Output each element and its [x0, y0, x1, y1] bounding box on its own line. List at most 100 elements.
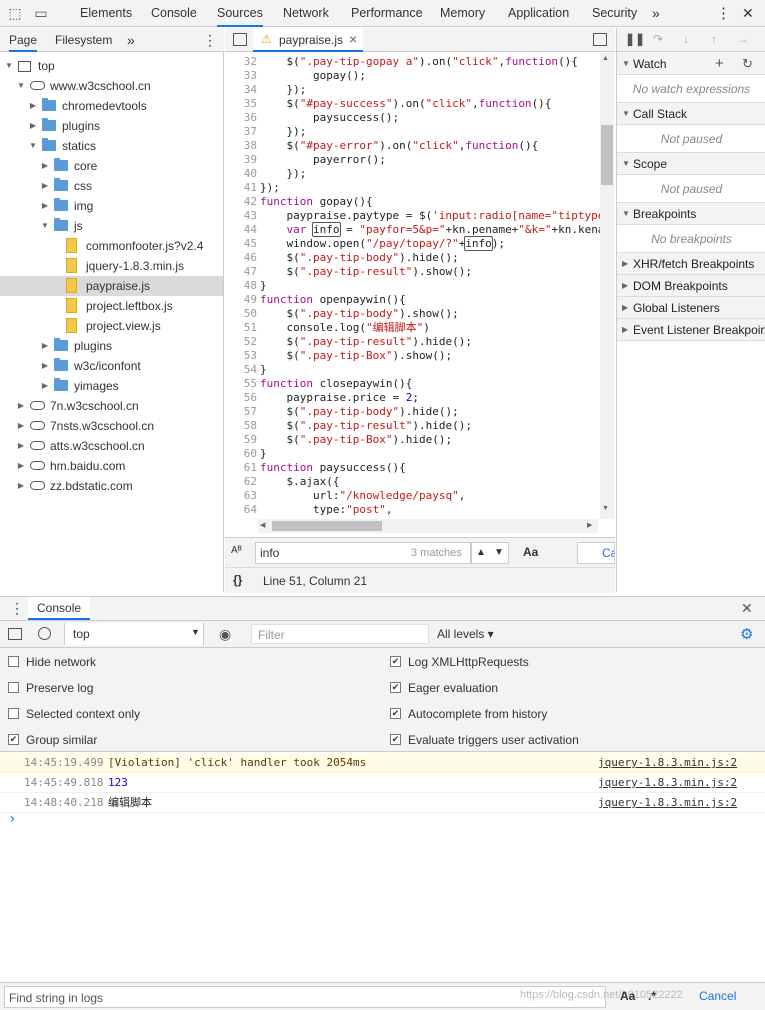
prev-match-icon[interactable]: ▲ [476, 543, 486, 563]
section-breakpoints[interactable]: ▼ Breakpoints [617, 203, 765, 225]
find-regex-button[interactable]: .* [648, 989, 656, 1003]
close-drawer-icon[interactable]: ✕ [741, 600, 753, 617]
section-call-stack[interactable]: ▼ Call Stack [617, 103, 765, 125]
message-source-link[interactable]: jquery-1.8.3.min.js:2 [598, 793, 737, 813]
tree-item[interactable]: ▶ 7nsts.w3cschool.cn [0, 416, 223, 436]
checkbox-unchecked[interactable] [8, 708, 19, 719]
navigator-menu-icon[interactable]: ⋮ [203, 28, 217, 52]
tree-item[interactable]: ▶ plugins [0, 116, 223, 136]
collapsed-triangle-icon[interactable]: ▶ [40, 336, 50, 356]
clear-console-icon[interactable] [38, 627, 51, 640]
inspect-element-icon[interactable]: ⬚ [6, 4, 24, 22]
tab-paypraise-js[interactable]: ⚠ paypraise.js × [253, 28, 363, 52]
tab-elements[interactable]: Elements [80, 0, 132, 27]
tree-item[interactable]: ▶ chromedevtools [0, 96, 223, 116]
tree-item[interactable]: project.leftbox.js [0, 296, 223, 316]
collapsed-triangle-icon[interactable]: ▶ [16, 396, 26, 416]
log-levels-dropdown[interactable]: All levels ▾ [437, 627, 494, 641]
next-match-icon[interactable]: ▼ [494, 543, 504, 563]
collapsed-triangle-icon[interactable]: ▶ [40, 376, 50, 396]
collapsed-triangle-icon[interactable]: ▶ [28, 116, 38, 136]
tab-filesystem[interactable]: Filesystem [55, 28, 112, 52]
match-case-button[interactable]: Aa [523, 545, 538, 559]
settings-menu-icon[interactable]: ⋮ [716, 0, 731, 27]
checkbox-unchecked[interactable] [8, 656, 19, 667]
collapsed-triangle-icon[interactable]: ▶ [16, 416, 26, 436]
search-cancel-button[interactable]: Ca [577, 542, 615, 564]
collapsed-triangle-icon[interactable]: ▶ [16, 456, 26, 476]
message-source-link[interactable]: jquery-1.8.3.min.js:2 [598, 753, 737, 773]
device-toolbar-icon[interactable]: ▭ [32, 4, 50, 22]
tree-item[interactable]: ▼ top [0, 56, 223, 76]
expanded-triangle-icon[interactable]: ▼ [40, 216, 50, 236]
step-out-icon[interactable]: ↑ [711, 32, 717, 46]
section-global-listeners[interactable]: ▶ Global Listeners [617, 297, 765, 319]
refresh-icon[interactable]: ↻ [742, 53, 753, 74]
tree-item[interactable]: commonfooter.js?v2.4 [0, 236, 223, 256]
tree-item[interactable]: ▶ w3c/iconfont [0, 356, 223, 376]
expanded-triangle-icon[interactable]: ▼ [16, 76, 26, 96]
tab-network[interactable]: Network [283, 0, 329, 27]
add-watch-icon[interactable]: + [715, 53, 724, 74]
expanded-triangle-icon[interactable]: ▼ [28, 136, 38, 156]
tree-item[interactable]: ▶ css [0, 176, 223, 196]
tab-page[interactable]: Page [9, 28, 38, 52]
find-in-logs-input[interactable]: Find string in logs [4, 986, 606, 1008]
find-match-case-button[interactable]: Aa [620, 989, 635, 1003]
collapsed-triangle-icon[interactable]: ▶ [28, 96, 38, 116]
search-input[interactable]: info 3 matches [255, 542, 471, 564]
section-scope[interactable]: ▼ Scope [617, 153, 765, 175]
find-cancel-button[interactable]: Cancel [699, 989, 736, 1003]
toggle-navigator-icon[interactable] [233, 33, 247, 46]
checkbox-checked[interactable]: ✔ [390, 708, 401, 719]
pause-icon[interactable]: ❚❚ [625, 32, 645, 46]
collapsed-triangle-icon[interactable]: ▶ [16, 436, 26, 456]
tree-item[interactable]: ▶ zz.bdstatic.com [0, 476, 223, 496]
tree-item[interactable]: paypraise.js [0, 276, 223, 296]
section-dom-breakpoints[interactable]: ▶ DOM Breakpoints [617, 275, 765, 297]
sidebar-toggle-icon[interactable] [8, 628, 22, 640]
section-watch[interactable]: ▼ Watch + ↻ [617, 53, 765, 75]
replace-toggle-icon[interactable]: Aᴮ [231, 545, 242, 556]
step-icon[interactable]: → [737, 32, 749, 46]
checkbox-checked[interactable]: ✔ [8, 734, 19, 745]
tab-performance[interactable]: Performance [351, 0, 423, 27]
context-select[interactable]: top ▼ [64, 623, 204, 645]
tab-console-drawer[interactable]: Console [28, 597, 91, 620]
drawer-menu-icon[interactable]: ⋮ [10, 600, 24, 617]
expanded-triangle-icon[interactable]: ▼ [4, 56, 14, 76]
checkbox-checked[interactable]: ✔ [390, 734, 401, 745]
editor-horizontal-scrollbar[interactable]: ◀ ▶ [258, 519, 598, 533]
tree-item[interactable]: ▶ core [0, 156, 223, 176]
collapsed-triangle-icon[interactable]: ▶ [16, 476, 26, 496]
step-into-icon[interactable]: ↓ [683, 32, 689, 46]
tree-item[interactable]: project.view.js [0, 316, 223, 336]
editor-vertical-scrollbar[interactable]: ▲ ▼ [600, 53, 614, 519]
console-settings-gear-icon[interactable]: ⚙ [740, 625, 753, 643]
more-navigator-icon[interactable]: » [127, 28, 135, 52]
close-devtools-icon[interactable]: ✕ [742, 0, 754, 27]
tab-memory[interactable]: Memory [440, 0, 485, 27]
tree-item[interactable]: ▶ yimages [0, 376, 223, 396]
collapsed-triangle-icon[interactable]: ▶ [40, 156, 50, 176]
section-event-listener-breakpoints[interactable]: ▶ Event Listener Breakpoints [617, 319, 765, 341]
toggle-debugger-icon[interactable] [593, 33, 607, 46]
tree-item[interactable]: ▶ atts.w3cschool.cn [0, 436, 223, 456]
collapsed-triangle-icon[interactable]: ▶ [40, 196, 50, 216]
tab-console[interactable]: Console [151, 0, 197, 27]
close-tab-icon[interactable]: × [349, 31, 357, 47]
live-expression-icon[interactable]: ◉ [219, 626, 231, 643]
tab-sources[interactable]: Sources [217, 0, 263, 27]
more-tabs-icon[interactable]: » [652, 0, 660, 27]
tree-item[interactable]: ▼ statics [0, 136, 223, 156]
checkbox-checked[interactable]: ✔ [390, 682, 401, 693]
console-filter-input[interactable]: Filter [251, 624, 429, 644]
tab-security[interactable]: Security [592, 0, 637, 27]
step-over-icon[interactable]: ↷ [653, 32, 663, 46]
collapsed-triangle-icon[interactable]: ▶ [40, 356, 50, 376]
tab-application[interactable]: Application [508, 0, 569, 27]
collapsed-triangle-icon[interactable]: ▶ [40, 176, 50, 196]
checkbox-unchecked[interactable] [8, 682, 19, 693]
console-prompt[interactable]: › [8, 811, 16, 827]
checkbox-checked[interactable]: ✔ [390, 656, 401, 667]
